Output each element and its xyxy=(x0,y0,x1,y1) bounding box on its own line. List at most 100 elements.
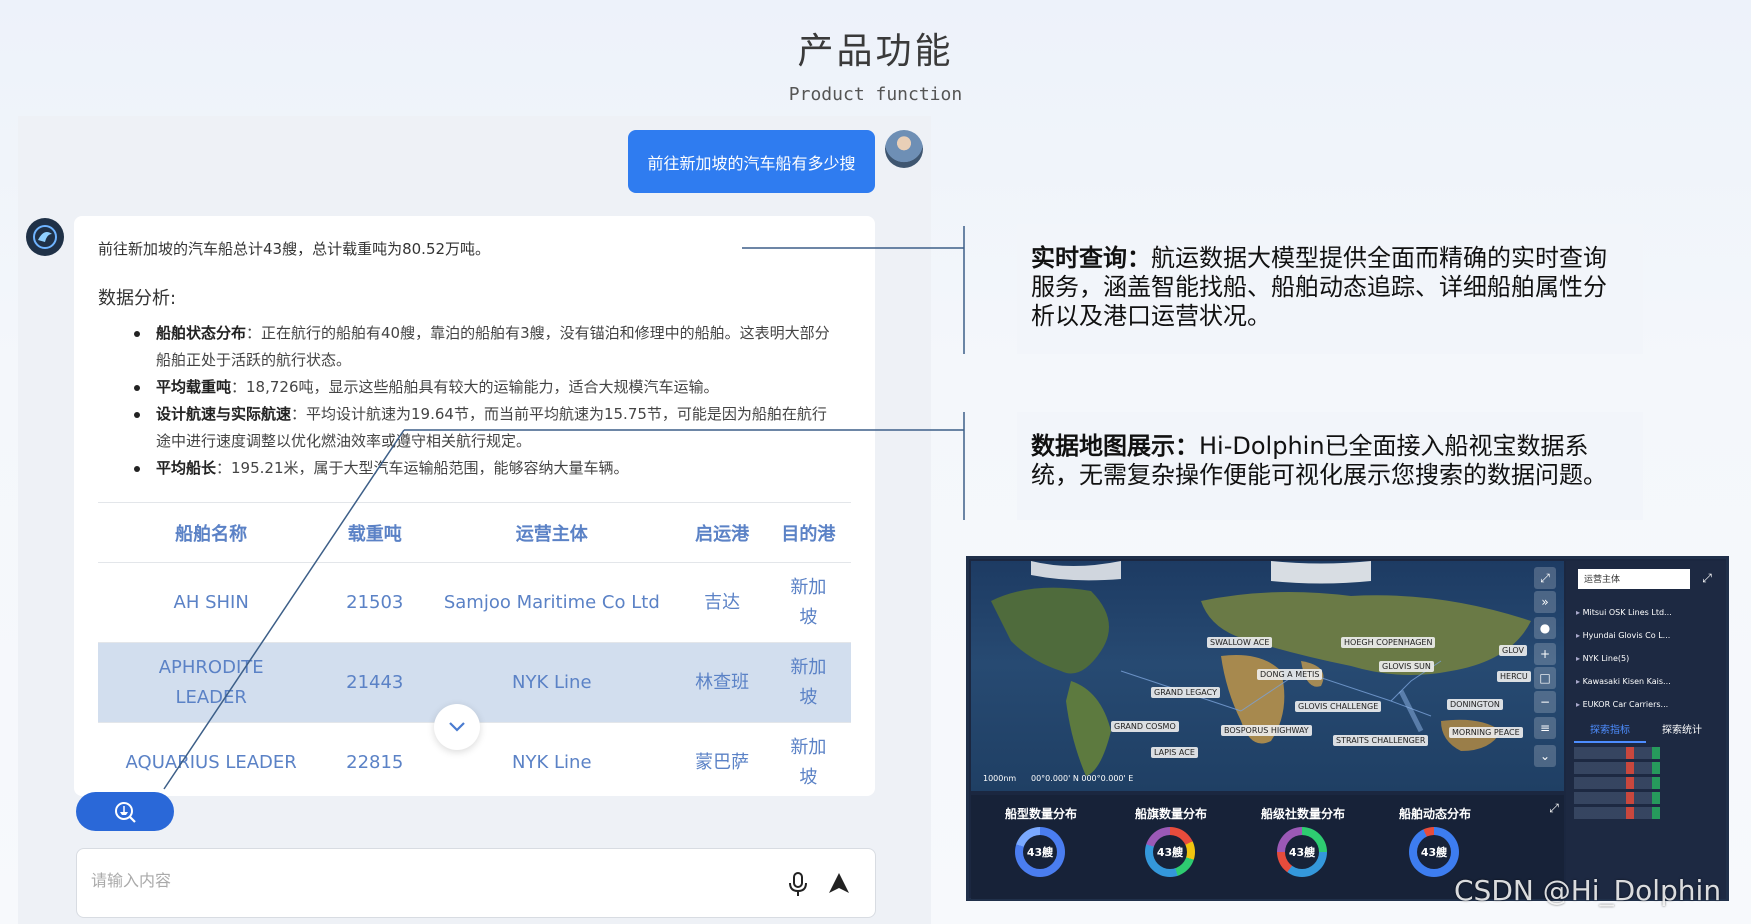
analysis-item: 设计航速与实际航速：平均设计航速为19.64节，而当前平均航速为15.75节，可… xyxy=(124,401,834,455)
map-ship-label[interactable]: HOEGH COPENHAGEN xyxy=(1341,637,1436,648)
map-zoom-in-button[interactable]: + xyxy=(1534,643,1556,665)
operator-list-item[interactable]: Mitsui OSK Lines Ltd... xyxy=(1576,601,1716,624)
metric-row xyxy=(1574,777,1704,789)
stat-title: 船舶动态分布 xyxy=(1398,807,1471,821)
metric-row xyxy=(1574,762,1704,774)
map-ship-label[interactable]: GRAND LEGACY xyxy=(1151,687,1220,698)
scroll-down-button[interactable] xyxy=(434,704,480,750)
layers-icon: ≡ xyxy=(1539,721,1551,735)
plus-icon: + xyxy=(1539,647,1551,661)
operator-list-item[interactable]: Hyundai Glovis Co L... xyxy=(1576,624,1716,647)
analysis-item: 平均船长：195.21米，属于大型汽车运输船范围，能够容纳大量车辆。 xyxy=(124,455,834,482)
tab-explore-stats[interactable]: 探索统计 xyxy=(1646,721,1718,741)
stat-class-society[interactable]: 船级社数量分布 43艘 xyxy=(1233,803,1373,893)
col-header-destination[interactable]: 目的港 xyxy=(765,502,851,563)
cell-origin: 蒙巴萨 xyxy=(695,751,750,773)
map-ship-label[interactable]: DONG A METIS xyxy=(1257,669,1323,680)
map-coordinates: 00°0.000' N 000°0.000' E xyxy=(1031,774,1134,783)
microphone-icon[interactable] xyxy=(787,871,809,897)
page-subtitle: Product function xyxy=(788,84,963,105)
cell-operator: Samjoo Maritime Co Ltd xyxy=(443,591,660,613)
stat-title: 船型数量分布 xyxy=(1004,807,1077,821)
feature-realtime-query: 实时查询：航运数据大模型提供全面而精确的实时查询服务，涵盖智能找船、船舶动态追踪… xyxy=(1017,224,1643,354)
map-ship-label[interactable]: LAPIS ACE xyxy=(1151,747,1198,758)
map-ship-label[interactable]: SWALLOW ACE xyxy=(1207,637,1273,648)
pin-icon: ● xyxy=(1539,621,1551,635)
map-fullscreen-button[interactable]: ⤢ xyxy=(1534,567,1556,589)
col-header-dwt[interactable]: 载重吨 xyxy=(324,502,426,563)
stats-fullscreen-button[interactable]: ⤢ xyxy=(1543,797,1565,819)
map-ship-label[interactable]: GLOV xyxy=(1499,645,1527,656)
expand-icon: ⤢ xyxy=(1540,570,1550,585)
map-dashboard: SWALLOW ACE HOEGH COPENHAGEN DONG A METI… xyxy=(966,556,1729,901)
feature-data-map: 数据地图展示：Hi-Dolphin已全面接入船视宝数据系统，无需复杂操作便能可视… xyxy=(1017,412,1643,520)
operator-list-item[interactable]: NYK Line(5) xyxy=(1576,647,1716,670)
world-map[interactable]: SWALLOW ACE HOEGH COPENHAGEN DONG A METI… xyxy=(971,561,1564,791)
chat-input[interactable] xyxy=(91,871,691,890)
2d-icon: □ xyxy=(1539,671,1551,685)
cell-ship-name: AH SHIN xyxy=(173,591,249,613)
donut-chart: 43艘 xyxy=(1015,827,1065,877)
table-row[interactable]: APHRODITE LEADER 21443 NYK Line 林查班 新加坡 xyxy=(98,642,851,723)
map-layers-button[interactable]: ≡ xyxy=(1534,717,1556,739)
page-title: 产品功能 xyxy=(797,31,954,72)
dolphin-logo-icon xyxy=(33,225,57,249)
map-ship-label[interactable]: GRAND COSMO xyxy=(1111,721,1179,732)
stat-ship-type[interactable]: 船型数量分布 43艘 xyxy=(971,803,1111,893)
map-ship-label[interactable]: HERCU xyxy=(1497,671,1531,682)
col-header-operator[interactable]: 运营主体 xyxy=(425,502,679,563)
cell-dwt: 21443 xyxy=(324,642,426,723)
operator-list: Mitsui OSK Lines Ltd... Hyundai Glovis C… xyxy=(1576,601,1716,716)
cell-origin: 吉达 xyxy=(704,591,741,613)
cell-destination: 新加坡 xyxy=(790,736,827,788)
operator-list-item[interactable]: Kawasaki Kisen Kais... xyxy=(1576,670,1716,693)
map-ship-label[interactable]: GLOVIS SUN xyxy=(1379,661,1434,672)
tab-explore-metrics[interactable]: 探索指标 xyxy=(1574,721,1646,743)
table-row[interactable]: AH SHIN 21503 Samjoo Maritime Co Ltd 吉达 … xyxy=(98,563,851,643)
map-ship-label[interactable]: DONINGTON xyxy=(1447,699,1503,710)
cell-dwt: 22815 xyxy=(346,751,404,773)
map-expand-down-button[interactable]: ⌄ xyxy=(1534,745,1556,767)
map-location-button[interactable]: ● xyxy=(1534,617,1556,639)
map-ship-label[interactable]: GLOVIS CHALLENGE xyxy=(1295,701,1382,712)
col-header-origin[interactable]: 启运港 xyxy=(678,502,766,563)
stat-title: 船旗数量分布 xyxy=(1134,807,1207,821)
ship-search-tool-button[interactable] xyxy=(76,792,174,831)
operator-list-item[interactable]: EUKOR Car Carriers... xyxy=(1576,693,1716,716)
send-icon[interactable] xyxy=(827,871,851,895)
metric-row xyxy=(1574,747,1704,759)
operator-search-field[interactable]: 运营主体 xyxy=(1578,569,1690,589)
analysis-item-label: 平均船长 xyxy=(156,459,217,477)
feature-label: 数据地图展示： xyxy=(1031,432,1199,460)
side-fullscreen-button[interactable]: ⤢ xyxy=(1698,569,1716,587)
double-chevron-right-icon: » xyxy=(1541,595,1549,609)
map-ship-label[interactable]: STRAITS CHALLENGER xyxy=(1333,735,1429,746)
side-tabs: 探索指标 探索统计 xyxy=(1574,721,1720,743)
analysis-item: 船舶状态分布：正在航行的船舶有40艘，靠泊的船舶有3艘，没有锚泊和修理中的船舶。… xyxy=(124,320,834,374)
chat-input-box xyxy=(76,848,876,918)
map-zoom-out-button[interactable]: − xyxy=(1534,691,1556,713)
stat-ship-flag[interactable]: 船旗数量分布 43艘 xyxy=(1101,803,1241,893)
donut-value: 43艘 xyxy=(1417,835,1451,869)
col-header-ship-name[interactable]: 船舶名称 xyxy=(98,502,325,563)
metric-rows xyxy=(1574,747,1704,822)
table-header-row: 船舶名称 载重吨 运营主体 启运港 目的港 xyxy=(98,502,851,563)
map-2d-toggle[interactable]: □ xyxy=(1534,667,1556,689)
minus-icon: − xyxy=(1539,695,1551,709)
feature-label: 实时查询： xyxy=(1031,244,1151,272)
map-ship-label[interactable]: MORNING PEACE xyxy=(1449,727,1523,738)
cell-ship-name: APHRODITE LEADER xyxy=(98,642,325,723)
stat-title: 船级社数量分布 xyxy=(1260,807,1345,821)
ship-table: 船舶名称 载重吨 运营主体 启运港 目的港 AH SHIN 21503 Samj… xyxy=(98,502,851,796)
user-message-bubble: 前往新加坡的汽车船有多少搜 xyxy=(628,130,875,193)
analysis-item-text: ：正在航行的船舶有40艘，靠泊的船舶有3艘，没有锚泊和修理中的船舶。这表明大部分… xyxy=(156,324,830,369)
donut-value: 43艘 xyxy=(1023,835,1057,869)
map-collapse-button[interactable]: » xyxy=(1534,591,1556,613)
donut-chart: 43艘 xyxy=(1409,827,1459,877)
map-ship-label[interactable]: BOSPORUS HIGHWAY xyxy=(1221,725,1312,736)
donut-chart: 43艘 xyxy=(1277,827,1327,877)
donut-value: 43艘 xyxy=(1153,835,1187,869)
analysis-title: 数据分析: xyxy=(98,288,177,309)
donut-chart: 43艘 xyxy=(1145,827,1195,877)
map-scale: 1000nm xyxy=(983,774,1017,783)
